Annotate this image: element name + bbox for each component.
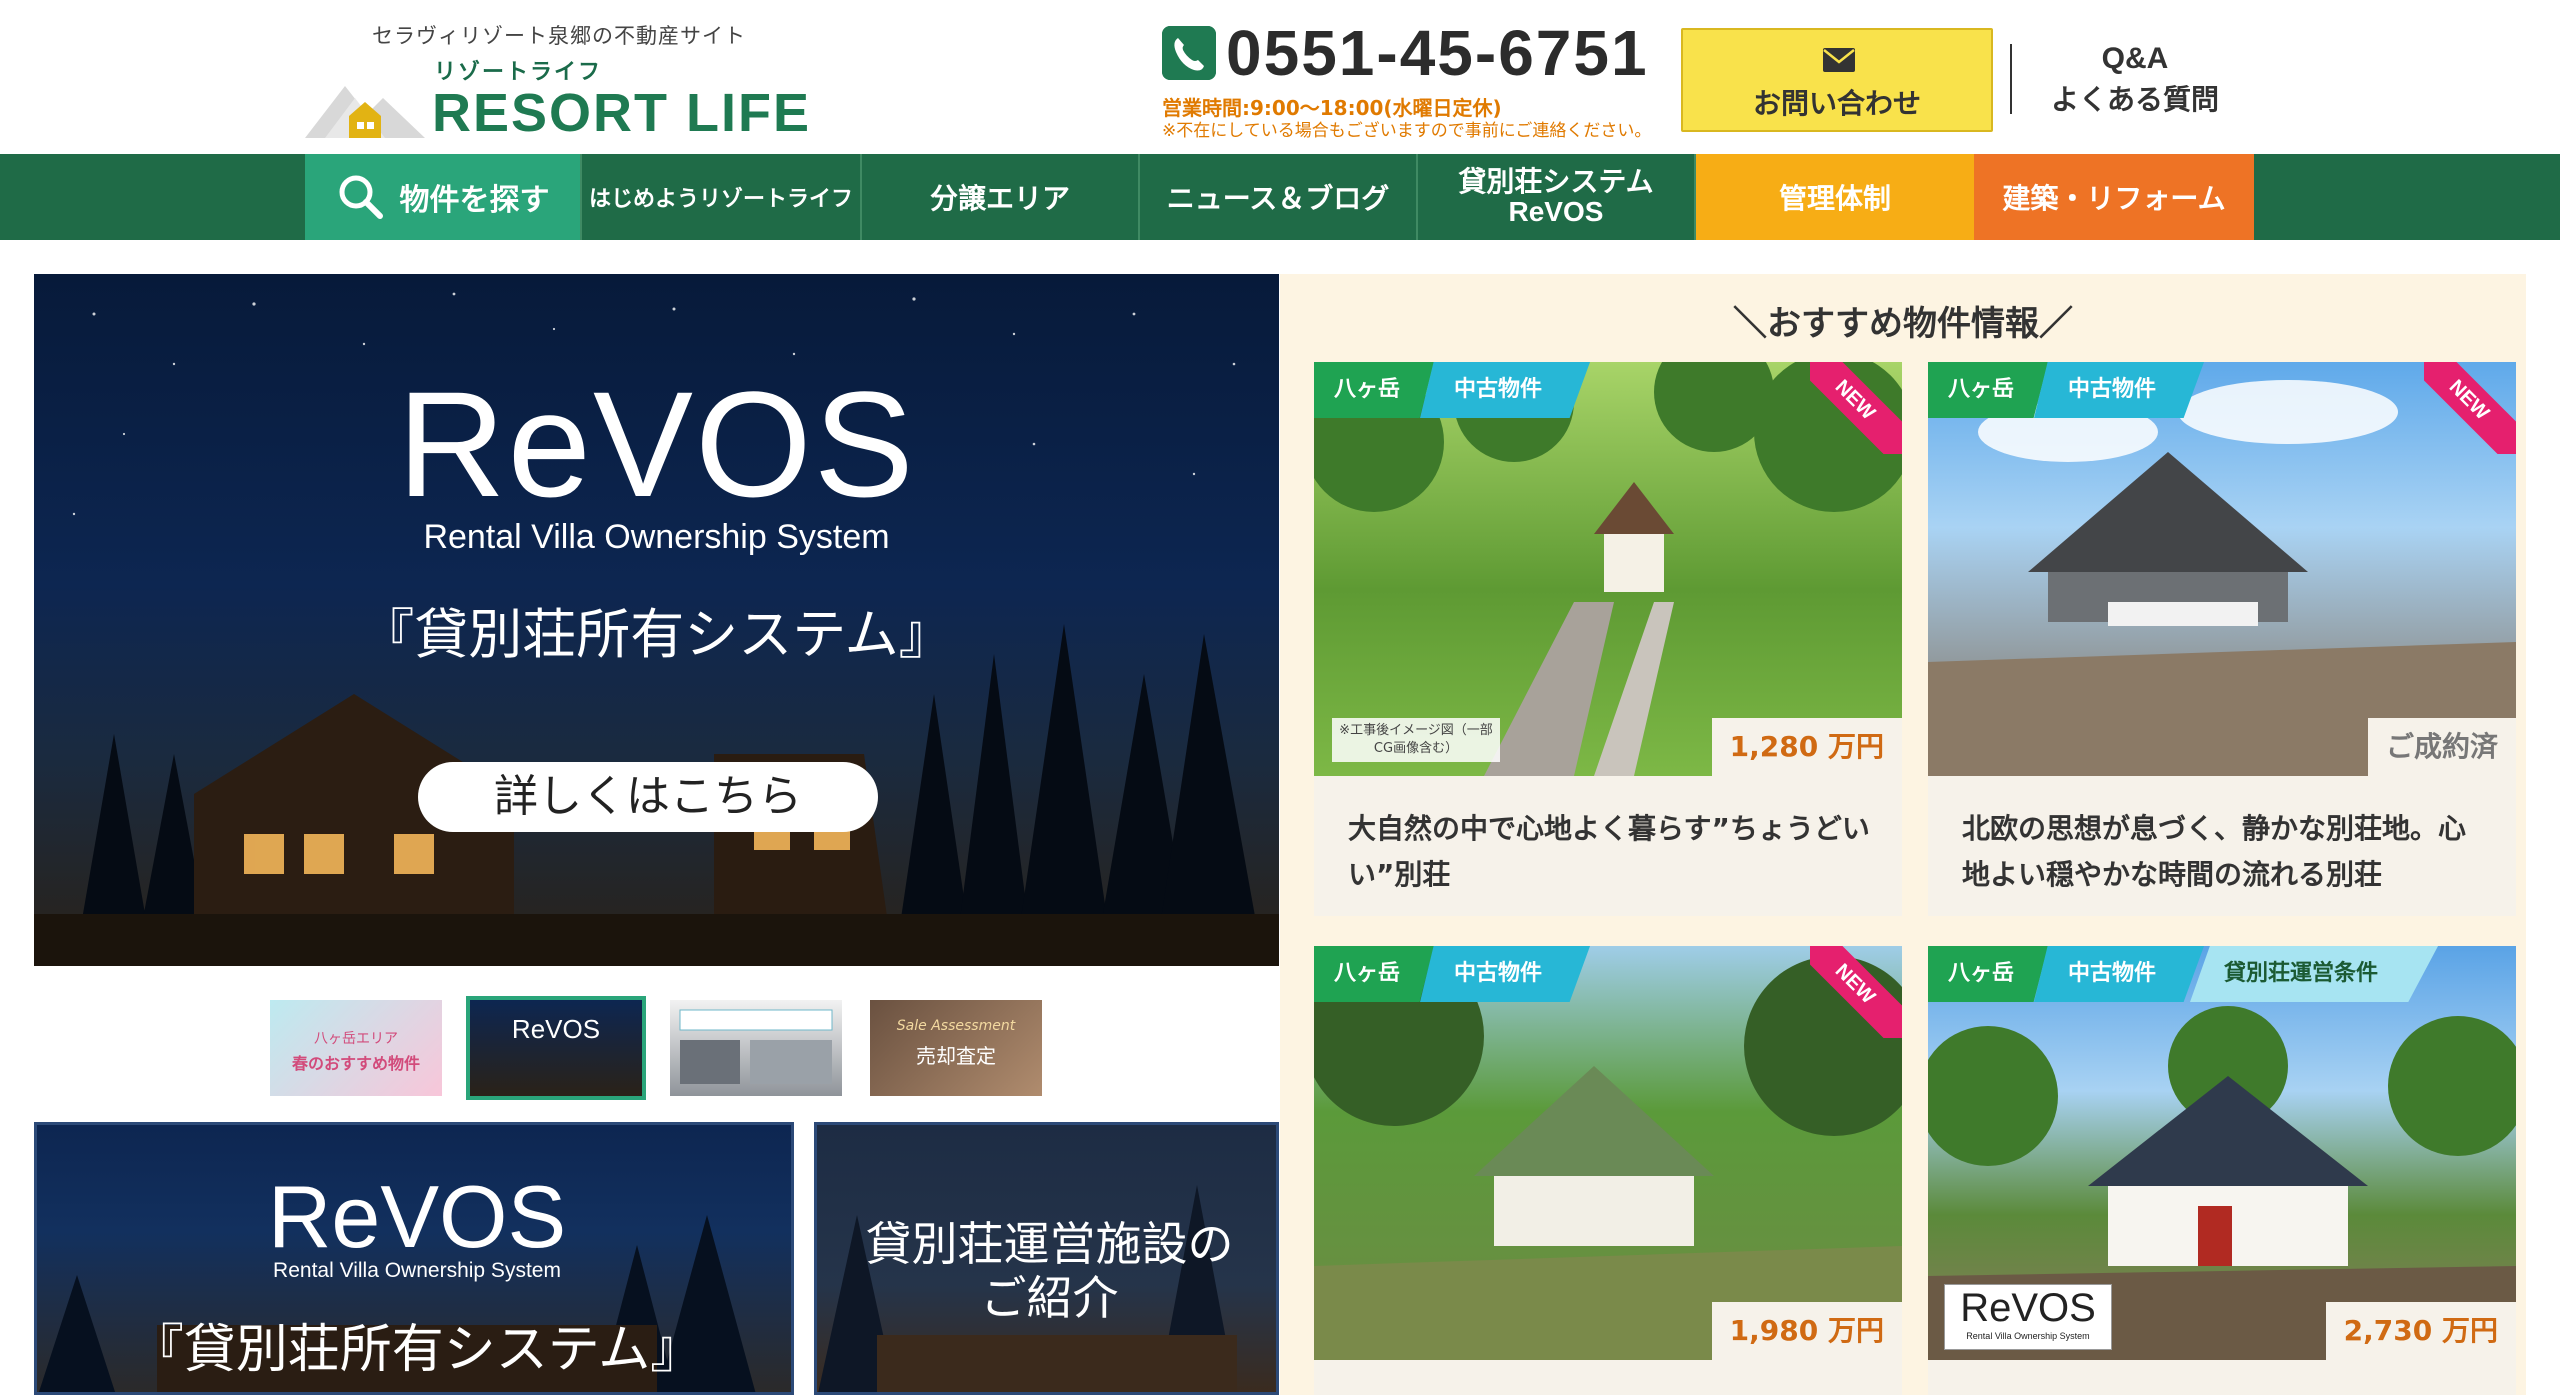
- thumb-spring-recommend[interactable]: 八ヶ岳エリア 春のおすすめ物件: [270, 1000, 442, 1096]
- phone-icon: [1162, 26, 1216, 80]
- nav-start-label: はじめようリゾートライフ: [588, 187, 853, 212]
- rental-facility-title: 貸別荘運営施設の ご紹介: [817, 1217, 1276, 1325]
- property-tags: 八ヶ岳 中古物件 貸別荘運営条件: [1928, 946, 2439, 1002]
- business-hours-note: ※不在にしている場合もございますので事前にご連絡ください。: [1162, 121, 1652, 141]
- property-card[interactable]: 八ヶ岳 中古物件 NEW ※工事後イメージ図（一部CG画像含む） 1,280 万…: [1314, 362, 1902, 916]
- faq-label: よくある質問: [2050, 83, 2219, 116]
- hero-title: ReVOS: [397, 360, 916, 528]
- thumb-1-label2: 春のおすすめ物件: [291, 1054, 420, 1073]
- nav-item-area[interactable]: 分譲エリア: [862, 154, 1140, 240]
- mountain-house-logo-icon[interactable]: [305, 68, 425, 138]
- tag-used-property: 中古物件: [2034, 946, 2205, 1002]
- nav-item-start[interactable]: はじめようリゾートライフ: [582, 154, 862, 240]
- property-description: 北欧の思想が息づく、静かな別荘地。心地よい穏やかな時間の流れる別荘: [1962, 812, 2467, 891]
- faq-link[interactable]: Q&A よくある質問: [2040, 42, 2230, 118]
- thumb-2-label: ReVOS: [511, 1014, 601, 1044]
- slider-thumbnails: 八ヶ岳エリア 春のおすすめ物件 ReVOS Sale Assessment 売却…: [270, 996, 1050, 1100]
- thumb-4-label2: 売却査定: [916, 1044, 996, 1068]
- property-price: 1,980 万円: [1711, 1302, 1902, 1360]
- new-ribbon: NEW: [2424, 362, 2516, 454]
- recommended-properties: ＼おすすめ物件情報／ 八ヶ岳 中古物件 NEW ※工事後イメージ図（一部CG画像…: [1280, 274, 2526, 1395]
- nav-item-search[interactable]: 物件を探す: [305, 154, 582, 240]
- tag-used-property: 中古物件: [1420, 362, 1591, 418]
- new-ribbon-label: NEW: [1810, 946, 1902, 1038]
- new-ribbon: NEW: [1810, 946, 1902, 1038]
- thumb-sale-assessment[interactable]: Sale Assessment 売却査定: [870, 1000, 1042, 1096]
- revos-banner-jp: 『貸別荘所有システム』: [131, 1320, 703, 1380]
- tag-used-property: 中古物件: [1420, 946, 1591, 1002]
- revos-badge: ReVOS Rental Villa Ownership System: [1944, 1284, 2112, 1350]
- nav-area-label: 分譲エリア: [929, 182, 1070, 215]
- nav-item-management[interactable]: 管理体制: [1696, 154, 1974, 240]
- hero-jp-title: 『貸別荘所有システム』: [360, 603, 953, 666]
- nav-management-label: 管理体制: [1778, 182, 1891, 215]
- hero-details-button[interactable]: 詳しくはこちら: [418, 762, 878, 832]
- tag-area: 八ヶ岳: [1314, 946, 1435, 1002]
- mail-icon: [1823, 48, 1855, 72]
- nav-search-label: 物件を探す: [399, 183, 550, 218]
- rental-facility-title-line1: 貸別荘運営施設の: [865, 1217, 1234, 1271]
- nav-revos-label: ReVOS: [1508, 196, 1604, 227]
- tag-rental-condition: 貸別荘運営条件: [2190, 946, 2439, 1002]
- header-divider: [2010, 44, 2012, 114]
- thumb-facility-image: [679, 1009, 833, 1084]
- property-price: 2,730 万円: [2325, 1302, 2516, 1360]
- new-ribbon: NEW: [1810, 362, 1902, 454]
- site-tagline: セラヴィリゾート泉郷の不動産サイト: [372, 24, 746, 48]
- thumb-4-label1: Sale Assessment: [896, 1018, 1016, 1034]
- site-header: セラヴィリゾート泉郷の不動産サイト リゾートライフ RESORT LIFE 05…: [0, 0, 2560, 154]
- nav-news-label: ニュース＆ブログ: [1166, 182, 1390, 215]
- logo-title[interactable]: RESORT LIFE: [432, 82, 811, 144]
- tag-area: 八ヶ岳: [1314, 362, 1435, 418]
- nav-rental-label: 貸別荘システム: [1458, 165, 1654, 198]
- contact-button[interactable]: お問い合わせ: [1681, 28, 1993, 132]
- thumb-revos[interactable]: ReVOS: [466, 996, 646, 1100]
- tag-area: 八ヶ岳: [1928, 362, 2049, 418]
- new-ribbon-label: NEW: [1810, 362, 1902, 454]
- search-icon: [339, 175, 383, 219]
- property-tags: 八ヶ岳 中古物件: [1314, 946, 1591, 1002]
- property-card[interactable]: 八ヶ岳 中古物件 NEW ご成約済 北欧の思想が息づく、静かな別荘地。心地よい穏…: [1928, 362, 2516, 916]
- property-tags: 八ヶ岳 中古物件: [1928, 362, 2205, 418]
- hero-subtitle: Rental Villa Ownership System: [423, 518, 890, 556]
- property-card[interactable]: 八ヶ岳 中古物件 貸別荘運営条件 ReVOS Rental Villa Owne…: [1928, 946, 2516, 1395]
- property-card[interactable]: 八ヶ岳 中古物件 NEW 1,980 万円: [1314, 946, 1902, 1395]
- tag-area: 八ヶ岳: [1928, 946, 2049, 1002]
- contact-button-label: お問い合わせ: [1752, 87, 1921, 120]
- revos-banner[interactable]: ReVOS Rental Villa Ownership System 『貸別荘…: [34, 1122, 794, 1395]
- nav-item-rental-system[interactable]: 貸別荘システム ReVOS: [1418, 154, 1696, 240]
- revos-badge-subtitle: Rental Villa Ownership System: [1966, 1331, 2090, 1341]
- property-status-sold: ご成約済: [2367, 718, 2516, 776]
- hero-slide[interactable]: ReVOS Rental Villa Ownership System 『貸別荘…: [34, 274, 1279, 966]
- tag-used-property: 中古物件: [2034, 362, 2205, 418]
- main-nav: 物件を探す はじめようリゾートライフ 分譲エリア ニュース＆ブログ 貸別荘システ…: [0, 154, 2560, 240]
- phone-number[interactable]: 0551-45-6751: [1226, 16, 1649, 90]
- thumb-facility[interactable]: [670, 1000, 842, 1096]
- thumb-1-label1: 八ヶ岳エリア: [314, 1031, 398, 1047]
- rental-facility-title-line2: ご紹介: [980, 1271, 1119, 1325]
- property-price: 1,280 万円: [1711, 718, 1902, 776]
- recommended-title: ＼おすすめ物件情報／: [1733, 304, 2073, 344]
- new-ribbon-label: NEW: [2424, 362, 2516, 454]
- revos-banner-title: ReVOS: [267, 1167, 567, 1266]
- faq-qa-label: Q&A: [2101, 42, 2169, 75]
- nav-item-build-reform[interactable]: 建築・リフォーム: [1974, 154, 2254, 240]
- revos-badge-title: ReVOS: [1960, 1286, 2096, 1330]
- property-description: 大自然の中で心地よく暮らす”ちょうどいい”別荘: [1348, 812, 1870, 891]
- nav-item-news[interactable]: ニュース＆ブログ: [1140, 154, 1418, 240]
- property-tags: 八ヶ岳 中古物件: [1314, 362, 1591, 418]
- nav-build-label: 建築・リフォーム: [2002, 182, 2226, 215]
- image-note: ※工事後イメージ図（一部CG画像含む）: [1332, 718, 1500, 762]
- revos-banner-subtitle: Rental Villa Ownership System: [273, 1259, 561, 1282]
- rental-facility-banner[interactable]: 貸別荘運営施設の ご紹介: [814, 1122, 1279, 1395]
